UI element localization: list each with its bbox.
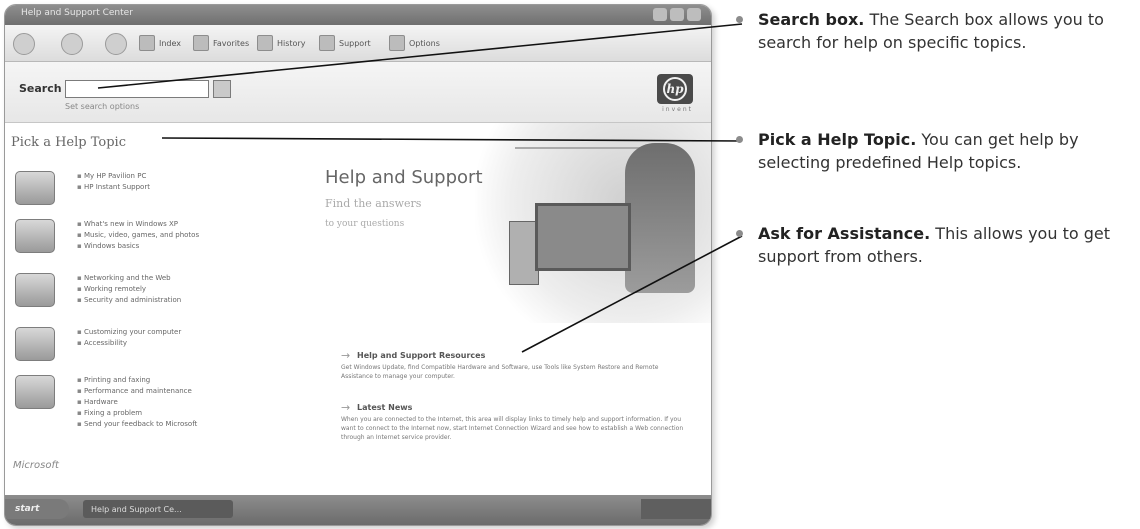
figure-stage: Help and Support Center Index Favorites … xyxy=(0,0,1140,529)
leader-line-pick-topic xyxy=(161,137,743,142)
leader-line-search xyxy=(97,23,743,89)
callout-pick-topic: Pick a Help Topic. You can get help by s… xyxy=(736,128,1138,174)
callout-assistance: Ask for Assistance. This allows you to g… xyxy=(736,222,1138,268)
callout-term: Ask for Assistance. xyxy=(758,224,931,243)
callout-search-box: Search box. The Search box allows you to… xyxy=(736,8,1138,54)
leader-line-assistance xyxy=(521,235,743,353)
bullet-icon xyxy=(736,16,743,23)
callout-term: Search box. xyxy=(758,10,865,29)
bullet-icon xyxy=(736,136,743,143)
callout-term: Pick a Help Topic. xyxy=(758,130,917,149)
bullet-icon xyxy=(736,230,743,237)
